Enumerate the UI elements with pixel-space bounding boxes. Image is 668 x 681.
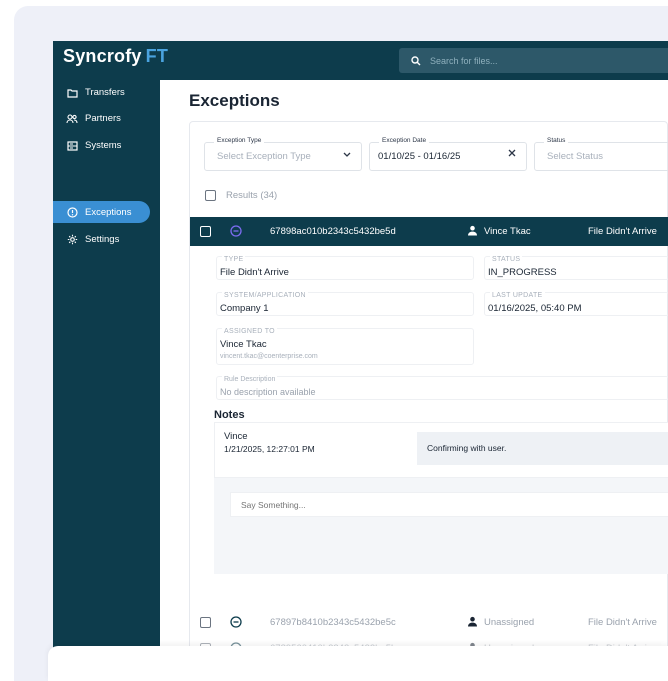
- row-id: 67898ac010b2343c5432be5d: [270, 226, 396, 237]
- filter-label: Exception Type: [214, 137, 265, 144]
- chevron-down-icon[interactable]: [343, 149, 351, 161]
- overlay-panel: [48, 646, 668, 681]
- status-select[interactable]: Select Status: [547, 151, 603, 162]
- search-bar[interactable]: Search for files...: [399, 48, 668, 73]
- sidebar-item-label: Partners: [85, 113, 121, 124]
- row-checkbox[interactable]: [200, 617, 211, 628]
- table-row[interactable]: 67897b8410b2343c5432be5c Unassigned File…: [190, 609, 668, 635]
- collapse-icon[interactable]: [230, 616, 242, 628]
- folder-icon: [65, 86, 79, 100]
- note-author: Vince: [224, 431, 248, 442]
- search-input[interactable]: Search for files...: [430, 56, 498, 66]
- note-input[interactable]: [230, 492, 668, 517]
- gear-icon: [65, 233, 79, 247]
- detail-rule-description: Rule Description No description availabl…: [216, 376, 668, 400]
- clear-icon[interactable]: [508, 148, 516, 160]
- detail-value: Company 1: [220, 303, 269, 314]
- notes-panel: Notes Vince 1/21/2025, 12:27:01 PM Confi…: [214, 409, 668, 574]
- exception-type-filter[interactable]: Exception Type Select Exception Type: [204, 137, 362, 171]
- assigned-name: Vince Tkac: [220, 339, 267, 350]
- row-id: 67897b8410b2343c5432be5c: [270, 617, 396, 628]
- brand-name: Syncrofy: [63, 46, 142, 66]
- select-all-checkbox[interactable]: [205, 190, 216, 201]
- table-row-selected[interactable]: 67898ac010b2343c5432be5d Vince Tkac File…: [190, 217, 668, 246]
- alert-icon: [65, 205, 79, 219]
- detail-label: LAST UPDATE: [490, 292, 545, 299]
- row-type: File Didn't Arrive: [588, 226, 657, 237]
- detail-status: STATUS IN_PROGRESS: [484, 256, 668, 280]
- sidebar-item-label: Transfers: [85, 87, 125, 98]
- detail-value: 01/16/2025, 05:40 PM: [488, 303, 582, 314]
- search-icon: [411, 55, 421, 65]
- detail-system: SYSTEM/APPLICATION Company 1: [216, 292, 474, 316]
- page-title: Exceptions: [189, 91, 280, 110]
- detail-last-update: LAST UPDATE 01/16/2025, 05:40 PM: [484, 292, 668, 316]
- detail-label: TYPE: [222, 256, 246, 263]
- filter-label: Status: [544, 137, 569, 144]
- person-icon: [468, 616, 477, 627]
- detail-label: Rule Description: [222, 376, 278, 383]
- server-icon: [65, 139, 79, 153]
- detail-type: TYPE File Didn't Arrive: [216, 256, 474, 280]
- sidebar-item-transfers[interactable]: Transfers: [53, 81, 150, 104]
- detail-value: No description available: [220, 387, 316, 397]
- detail-value: File Didn't Arrive: [220, 267, 289, 278]
- results-header: Results (34): [205, 190, 277, 201]
- detail-label: SYSTEM/APPLICATION: [222, 292, 308, 299]
- sidebar-item-label: Exceptions: [85, 206, 132, 218]
- detail-label: STATUS: [490, 256, 523, 263]
- filter-label: Exception Date: [379, 137, 430, 144]
- top-bar: Syncrofy FT Search for files...: [53, 41, 668, 80]
- assigned-email: vincent.tkac@coenterprise.com: [220, 353, 318, 360]
- collapse-icon[interactable]: [230, 225, 242, 237]
- brand-logo[interactable]: Syncrofy FT: [63, 46, 168, 67]
- notes-title: Notes: [214, 409, 245, 421]
- sidebar-item-label: Settings: [85, 234, 120, 245]
- users-icon: [65, 112, 79, 126]
- results-count: Results (34): [226, 190, 278, 201]
- brand-suffix: FT: [145, 46, 169, 66]
- detail-assigned-to: ASSIGNED TO Vince Tkac vincent.tkac@coen…: [216, 328, 474, 365]
- exception-date-filter[interactable]: Exception Date 01/10/25 - 01/16/25: [369, 137, 527, 171]
- note-bubble: Confirming with user.: [417, 432, 668, 465]
- detail-value: IN_PROGRESS: [488, 267, 557, 278]
- note-text: Confirming with user.: [427, 443, 507, 453]
- row-assignee: Vince Tkac: [484, 226, 531, 237]
- exception-type-select[interactable]: Select Exception Type: [217, 151, 311, 162]
- main-content: Exceptions Exception Type Select Excepti…: [160, 80, 668, 661]
- row-checkbox[interactable]: [200, 226, 211, 237]
- row-type: File Didn't Arrive: [588, 617, 657, 628]
- sidebar-item-exceptions[interactable]: Exceptions: [53, 201, 150, 223]
- note-item: Vince 1/21/2025, 12:27:01 PM Confirming …: [214, 422, 668, 478]
- sidebar-item-partners[interactable]: Partners: [53, 107, 150, 130]
- person-icon: [468, 225, 477, 236]
- sidebar-item-settings[interactable]: Settings: [53, 228, 150, 251]
- detail-label: ASSIGNED TO: [222, 328, 277, 335]
- sidebar-item-label: Systems: [85, 140, 122, 151]
- exceptions-card: Exception Type Select Exception Type Exc…: [189, 121, 668, 661]
- app-window: Syncrofy FT Search for files... Transfers…: [53, 41, 668, 661]
- sidebar-item-systems[interactable]: Systems: [53, 134, 150, 157]
- sidebar: Transfers Partners Systems Exceptions Se…: [53, 80, 160, 661]
- row-assignee: Unassigned: [484, 617, 535, 628]
- exception-date-input[interactable]: 01/10/25 - 01/16/25: [378, 151, 460, 162]
- note-date: 1/21/2025, 12:27:01 PM: [224, 444, 315, 454]
- status-filter[interactable]: Status Select Status: [534, 137, 668, 171]
